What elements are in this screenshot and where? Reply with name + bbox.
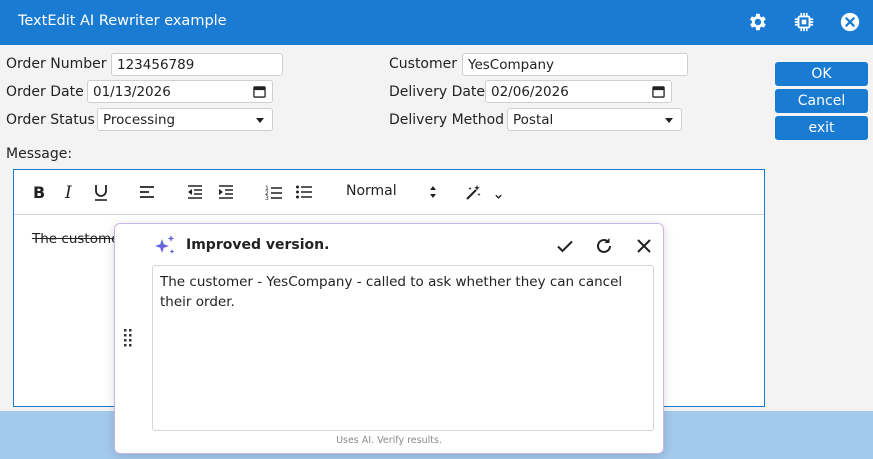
- delivery-date-input[interactable]: 02/06/2026: [485, 80, 672, 103]
- indent-icon[interactable]: [217, 182, 235, 202]
- suggestion-textarea[interactable]: The customer - YesCompany - called to as…: [152, 265, 654, 431]
- drag-handle-icon[interactable]: [123, 328, 135, 350]
- order-number-label: Order Number: [6, 56, 107, 72]
- delivery-method-label: Delivery Method: [389, 112, 505, 128]
- customer-label: Customer: [389, 56, 458, 72]
- outdent-icon[interactable]: [186, 182, 204, 202]
- popup-heading: Improved version.: [186, 237, 330, 253]
- chip-icon[interactable]: [793, 11, 815, 33]
- delivery-method-value: Postal: [513, 112, 554, 128]
- exit-button[interactable]: exit: [775, 116, 868, 140]
- editor-toolbar: B I 1 2 3 Normal: [14, 170, 764, 215]
- ordered-list-icon[interactable]: 1 2 3: [265, 182, 283, 202]
- cancel-button[interactable]: Cancel: [775, 89, 868, 113]
- order-number-value: 123456789: [117, 57, 195, 73]
- gear-icon[interactable]: [746, 11, 768, 33]
- close-circle-icon[interactable]: [839, 11, 861, 33]
- original-message-text: The custome: [32, 231, 120, 247]
- italic-icon[interactable]: I: [62, 182, 78, 202]
- chevron-down-icon[interactable]: [494, 187, 503, 207]
- accept-check-icon[interactable]: [555, 236, 575, 256]
- ok-button[interactable]: OK: [775, 62, 868, 86]
- order-date-value: 01/13/2026: [93, 84, 171, 100]
- ai-suggestion-popup: Improved version. The customer - YesComp…: [114, 223, 664, 454]
- up-down-arrows-icon: [430, 186, 436, 198]
- customer-input[interactable]: YesCompany: [462, 53, 688, 76]
- delivery-method-select[interactable]: Postal: [507, 108, 682, 131]
- svg-text:I: I: [64, 183, 72, 202]
- svg-text:3: 3: [265, 195, 269, 202]
- chevron-down-icon: [256, 118, 264, 123]
- ai-disclaimer: Uses AI. Verify results.: [336, 435, 442, 446]
- delivery-date-value: 02/06/2026: [491, 84, 569, 100]
- regenerate-icon[interactable]: [594, 236, 614, 256]
- magic-wand-icon[interactable]: [464, 182, 482, 202]
- align-left-icon[interactable]: [138, 182, 156, 202]
- message-label: Message:: [6, 146, 73, 162]
- calendar-icon[interactable]: [253, 85, 266, 98]
- underline-icon[interactable]: [92, 182, 110, 202]
- delivery-date-label: Delivery Date: [389, 84, 486, 100]
- title-bar: TextEdit AI Rewriter example: [0, 0, 873, 45]
- order-status-value: Processing: [103, 112, 176, 128]
- customer-value: YesCompany: [468, 57, 555, 73]
- dismiss-close-icon[interactable]: [634, 236, 654, 256]
- svg-text:B: B: [33, 183, 45, 202]
- chevron-down-icon: [665, 118, 673, 123]
- order-status-select[interactable]: Processing: [97, 108, 273, 131]
- order-number-input[interactable]: 123456789: [111, 53, 283, 76]
- order-date-input[interactable]: 01/13/2026: [87, 80, 273, 103]
- format-select[interactable]: Normal: [346, 183, 441, 203]
- sparkles-icon: [155, 235, 175, 254]
- window-title: TextEdit AI Rewriter example: [18, 13, 227, 29]
- order-date-label: Order Date: [6, 84, 84, 100]
- bullet-list-icon[interactable]: [295, 182, 313, 202]
- bold-icon[interactable]: B: [30, 182, 48, 202]
- order-status-label: Order Status: [6, 112, 95, 128]
- format-select-value: Normal: [346, 183, 397, 199]
- calendar-icon[interactable]: [652, 85, 665, 98]
